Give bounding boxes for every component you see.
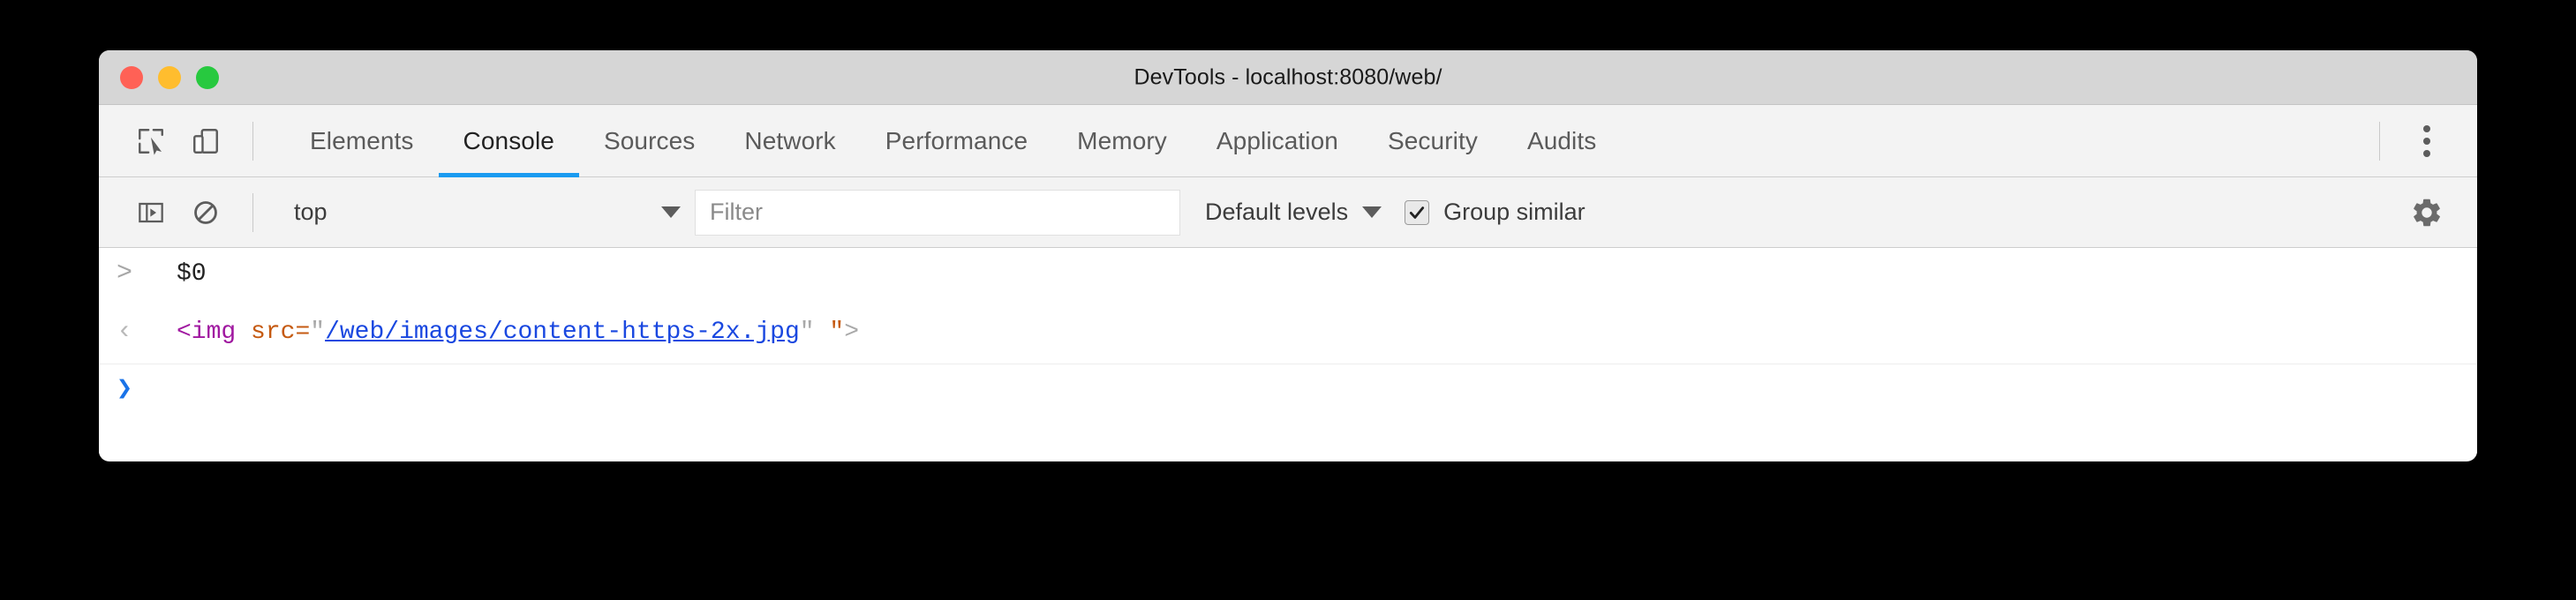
tab-label: Performance [885,126,1028,154]
log-levels-select[interactable]: Default levels [1205,199,1382,226]
devtools-window: DevTools - localhost:8080/web/ Elements … [99,50,2477,461]
console-sidebar-toggle-icon[interactable] [124,185,178,240]
input-arrow-icon: > [116,259,132,289]
window-title: DevTools - localhost:8080/web/ [1134,64,1442,89]
tab-audits[interactable]: Audits [1503,105,1621,177]
console-prompt-row[interactable]: ❯ [99,364,2477,423]
tab-performance[interactable]: Performance [861,105,1052,177]
tab-label: Memory [1077,126,1167,154]
settings-gear-icon[interactable] [2399,185,2454,240]
device-toolbar-icon[interactable] [178,114,233,169]
group-similar-checkbox[interactable] [1405,199,1430,225]
tab-label: Console [463,126,554,154]
console-result-row[interactable]: ‹ <img src="/web/images/content-https-2x… [99,306,2477,364]
tab-label: Audits [1526,126,1597,154]
chevron-down-icon [1362,206,1382,218]
console-input-row[interactable]: > $0 [99,248,2477,306]
more-options-kebab-icon[interactable] [2399,114,2454,169]
toolbar-divider [252,121,253,161]
tab-label: Application [1216,126,1338,154]
tab-label: Network [744,126,836,154]
result-src-link[interactable]: /web/images/content-https-2x.jpg [325,319,800,346]
tab-application[interactable]: Application [1192,105,1363,177]
console-result-value: <img src="/web/images/content-https-2x.j… [150,315,2477,351]
toolbar-divider-right [2379,121,2380,161]
result-quote-close: " [799,319,815,346]
tab-security[interactable]: Security [1363,105,1503,177]
result-space [236,319,251,346]
inspect-element-icon[interactable] [124,114,178,169]
console-input-expression: $0 [177,260,207,288]
devtools-tabstrip: Elements Console Sources Network Perform… [99,105,2477,177]
result-attr-name: src= [251,319,311,346]
result-quote-open: " [310,319,326,346]
tab-label: Sources [603,126,696,154]
result-close-bracket: > [844,319,859,346]
output-arrow-icon: ‹ [116,317,132,347]
tab-label: Elements [310,126,414,154]
tab-memory[interactable]: Memory [1052,105,1192,177]
tabstrip-right-group [2360,114,2477,169]
result-stray-quote: " [829,319,845,346]
tab-sources[interactable]: Sources [579,105,719,177]
tab-elements[interactable]: Elements [285,105,439,177]
chevron-down-icon [661,206,681,218]
execution-context-value: top [294,199,328,225]
tab-label: Security [1387,126,1478,154]
tab-console[interactable]: Console [438,105,580,177]
clear-console-icon[interactable] [178,185,233,240]
result-space-2 [815,319,830,346]
filter-input[interactable] [695,189,1180,236]
result-open-tag: <img [177,319,237,346]
prompt-arrow-icon: ❯ [116,375,133,405]
group-similar-control[interactable]: Group similar [1405,199,1586,226]
log-levels-label: Default levels [1205,199,1349,225]
console-filter-bar: top Default levels Group similar [99,177,2477,248]
filterbar-divider [252,192,253,232]
execution-context-select[interactable]: top [280,190,695,236]
window-titlebar: DevTools - localhost:8080/web/ [99,50,2477,105]
panel-tabs: Elements Console Sources Network Perform… [285,105,1621,177]
tab-network[interactable]: Network [719,105,860,177]
console-output[interactable]: > $0 ‹ <img src="/web/images/content-htt… [99,248,2477,460]
group-similar-label: Group similar [1443,199,1586,225]
